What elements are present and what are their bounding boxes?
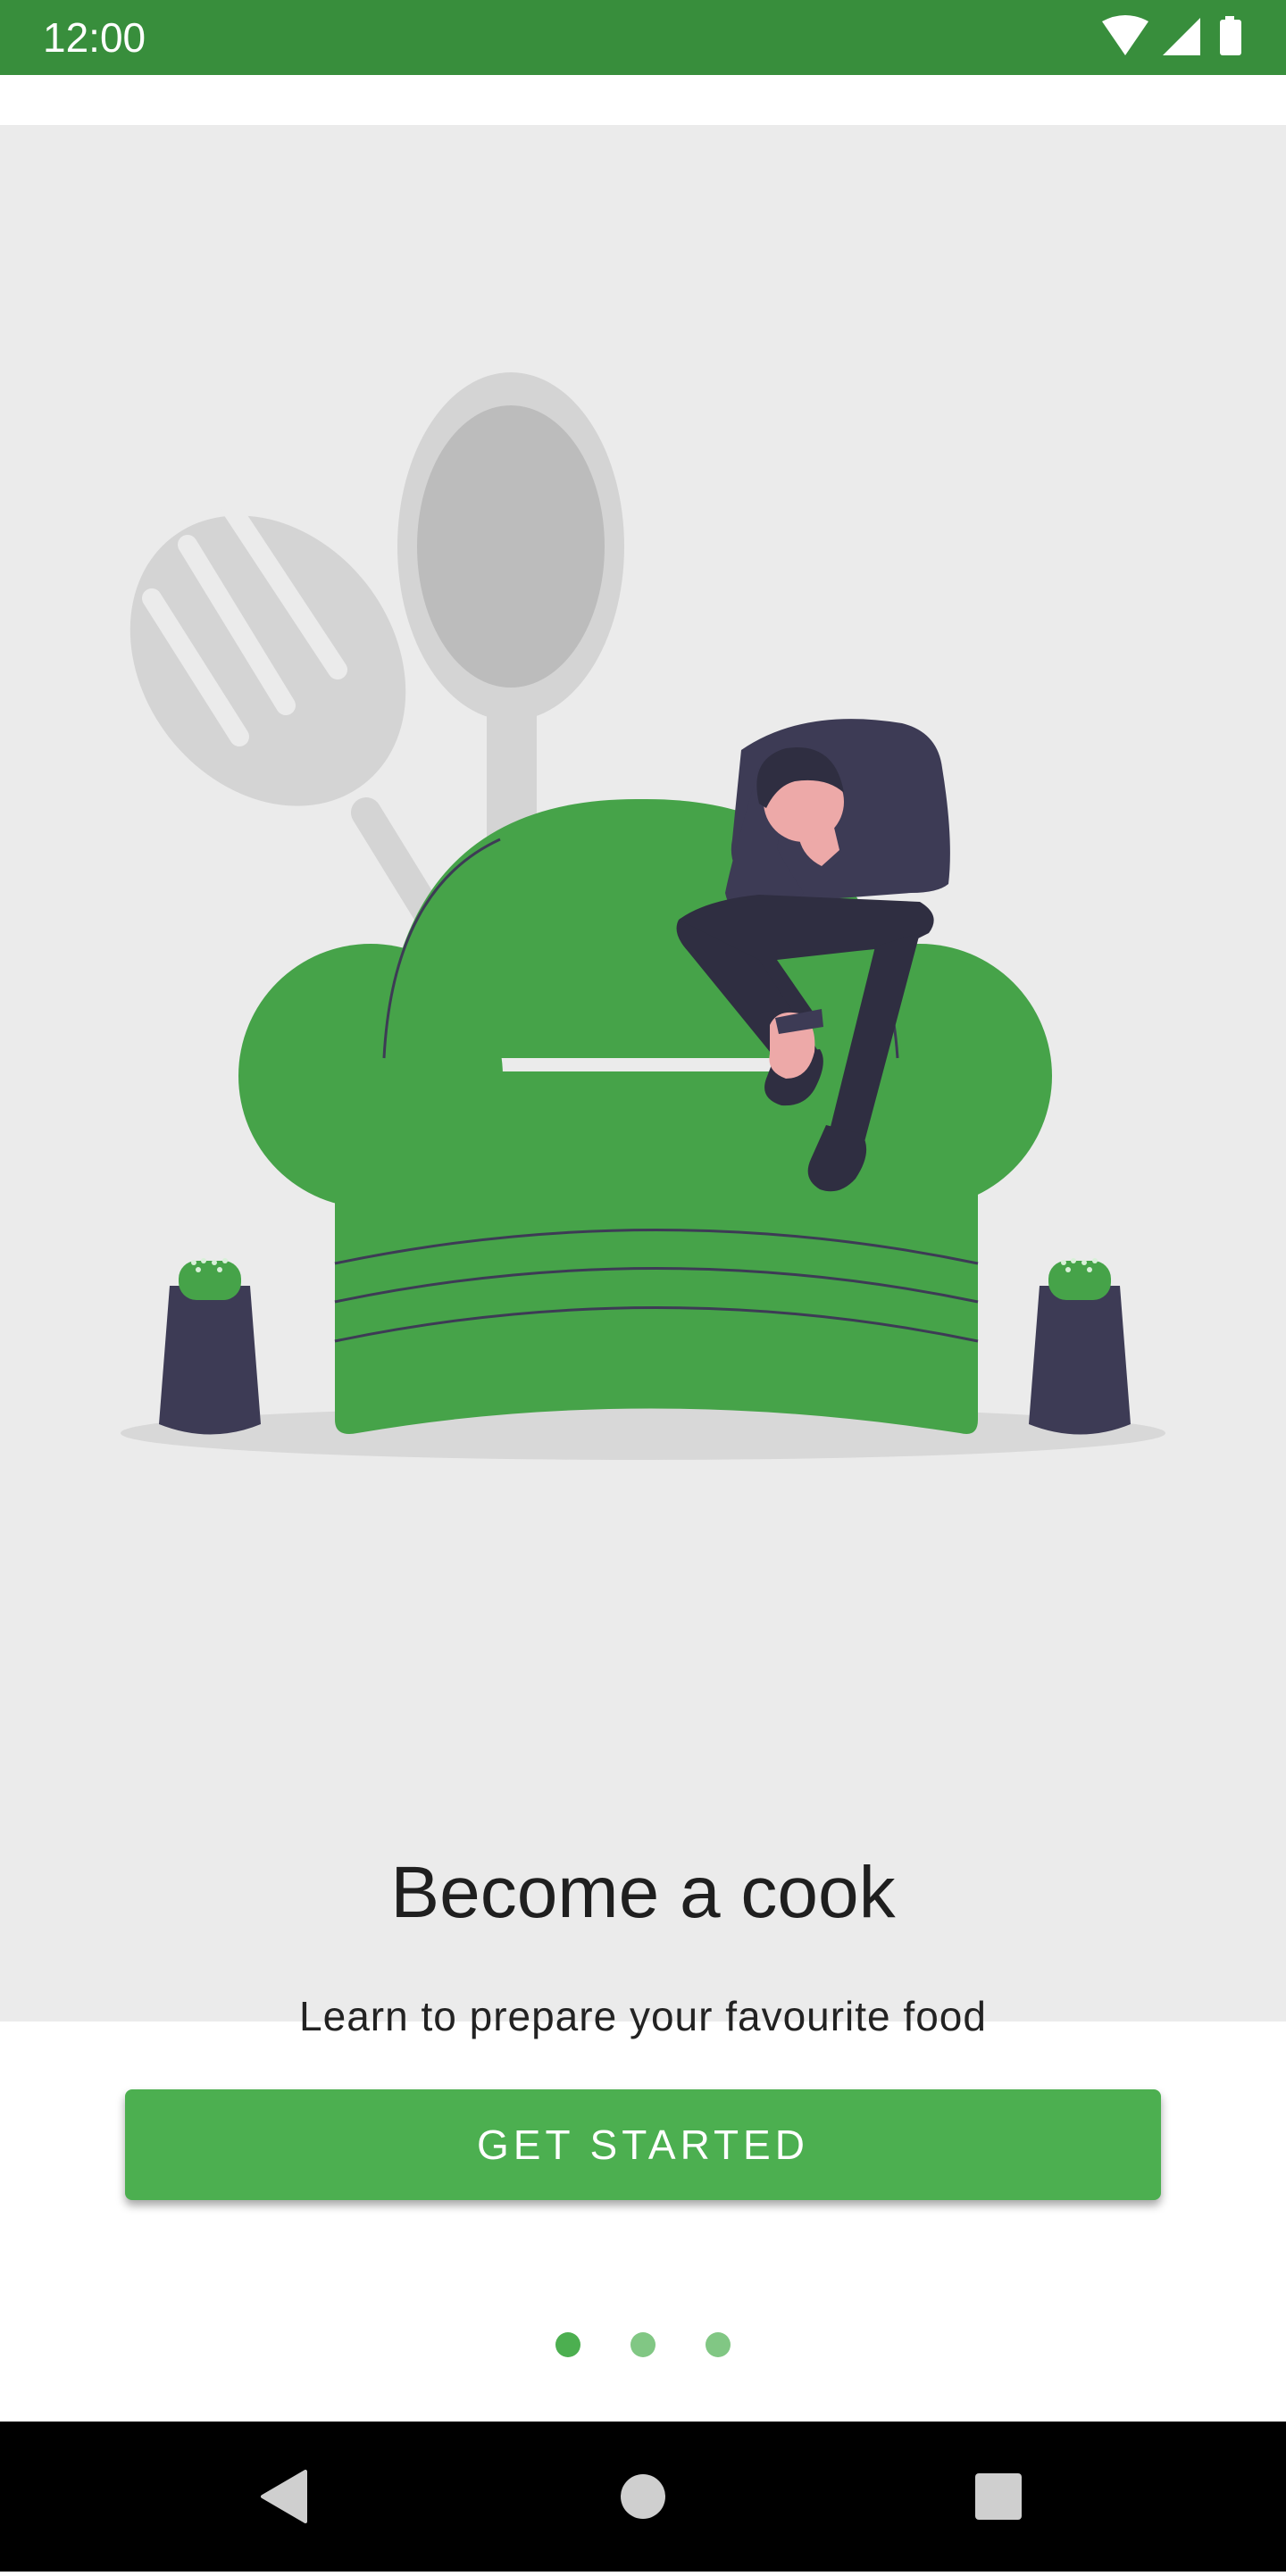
page-dot-1-active[interactable] bbox=[555, 2332, 580, 2357]
nav-back-button[interactable] bbox=[209, 2422, 359, 2572]
chef-hat-illustration bbox=[121, 372, 1165, 1460]
recents-icon bbox=[975, 2473, 1022, 2520]
nav-home-button[interactable] bbox=[568, 2422, 718, 2572]
status-icons bbox=[1098, 14, 1250, 61]
page-indicator bbox=[0, 2332, 1286, 2359]
onboarding-panel: Become a cook Learn to prepare your favo… bbox=[0, 125, 1286, 2039]
page-dot-3[interactable] bbox=[706, 2332, 731, 2357]
wifi-icon bbox=[1102, 15, 1148, 55]
get-started-button[interactable]: GET STARTED bbox=[125, 2089, 1161, 2200]
salt-shaker-right bbox=[1029, 1258, 1131, 1435]
page-title: Become a cook bbox=[390, 1852, 896, 1933]
system-nav-bar bbox=[0, 2422, 1286, 2572]
ground-shadow bbox=[121, 1406, 1165, 1460]
nav-recents-button[interactable] bbox=[923, 2422, 1073, 2572]
chef-hat bbox=[238, 798, 1052, 1434]
back-icon bbox=[261, 2470, 307, 2523]
status-time: 12:00 bbox=[43, 14, 146, 61]
cellular-signal-icon bbox=[1163, 18, 1200, 55]
status-bar: 12:00 bbox=[0, 0, 1286, 75]
home-icon bbox=[621, 2474, 665, 2519]
salt-shaker-left bbox=[159, 1258, 261, 1435]
battery-icon bbox=[1220, 16, 1241, 55]
page-subtitle: Learn to prepare your favourite food bbox=[299, 1993, 987, 2039]
page-dot-2[interactable] bbox=[630, 2332, 656, 2357]
